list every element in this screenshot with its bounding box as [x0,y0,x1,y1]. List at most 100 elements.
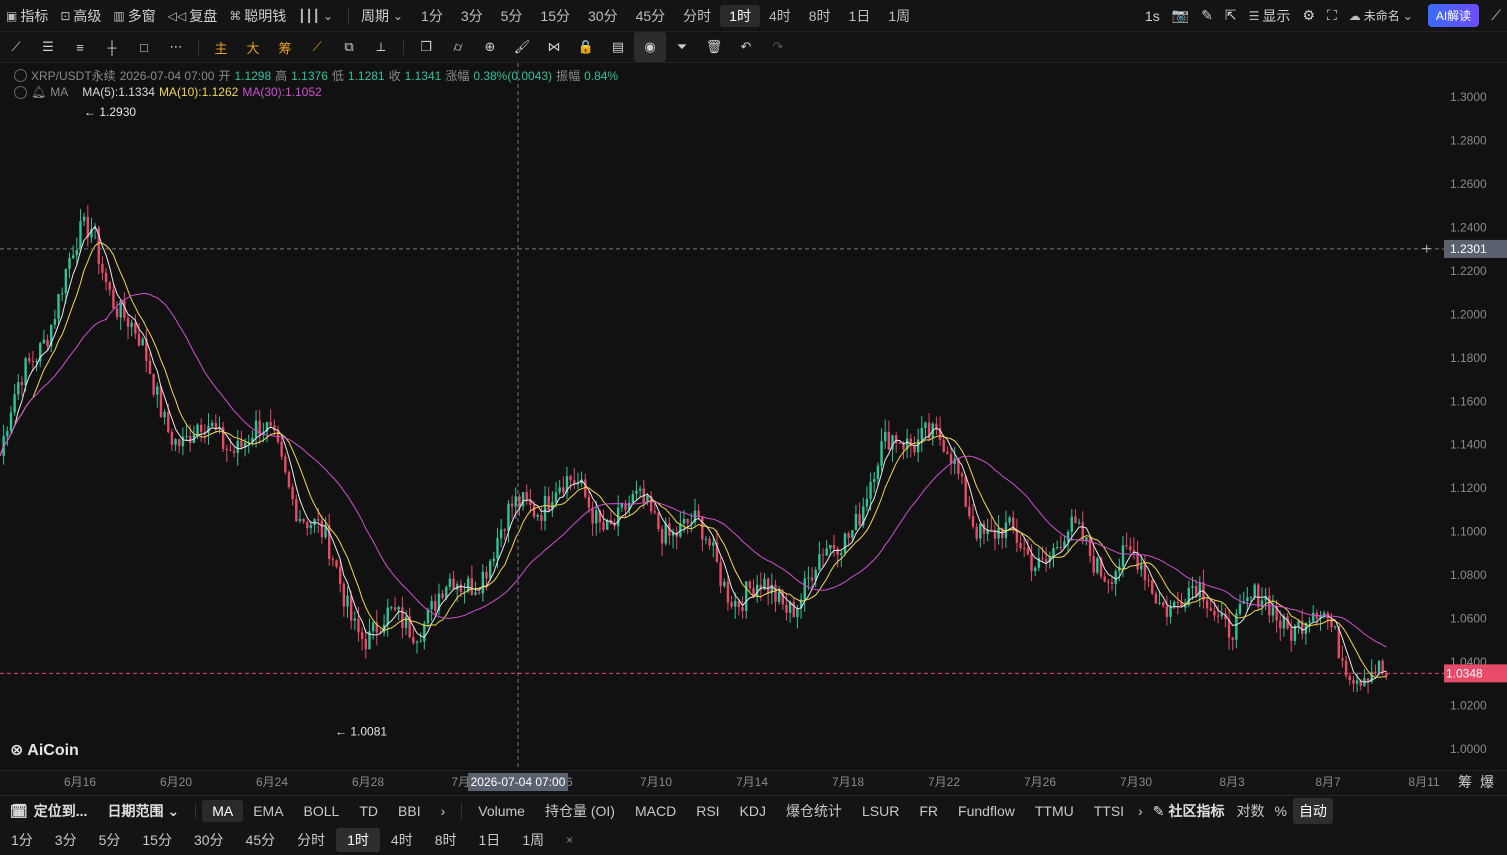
timeframe-tab[interactable]: 1日 [840,0,880,31]
ai-interpret-button[interactable]: AI解读 [1427,4,1480,27]
percent-scale-toggle[interactable]: % [1270,796,1290,826]
main-indicator-tab[interactable]: EMA [243,796,293,826]
auto-scale-toggle[interactable]: 自动 [1291,796,1335,826]
sub-indicator-tab[interactable]: 持仓量 (OI) [535,796,625,826]
sub-indicator-tab[interactable]: TTMU [1025,796,1084,826]
rectangle-tool-icon[interactable]: □ [128,32,160,62]
bottom-timeframe-tab[interactable]: 1分 [0,825,44,855]
copy-icon[interactable]: ❐ [410,32,442,62]
community-indicators-button[interactable]: ✎ 社区指标 [1147,796,1231,826]
share-icon[interactable]: ⇱ [1219,0,1243,31]
bottom-timeframe-tab[interactable]: 1周 [511,825,555,855]
bottom-timeframe-tab[interactable]: 1时 [336,828,380,852]
sub-indicator-tab[interactable]: LSUR [852,796,909,826]
date-axis[interactable]: 6月166月206月246月287月27月67月107月147月187月227月… [0,770,1507,795]
timeframe-tab[interactable]: 30分 [579,0,627,31]
layout-select[interactable]: ☁ 未命名 ⌄ [1343,0,1422,31]
liquidation-toggle[interactable]: 爆 [1480,772,1494,792]
log-scale-toggle[interactable]: 对数 [1230,796,1270,826]
sub-indicator-tab[interactable]: KDJ [730,796,776,826]
timeframe-tab[interactable]: 4时 [760,0,800,31]
pencil-icon[interactable]: ✎ [1195,0,1219,31]
chart-svg[interactable]: + ← 1.2930 ← 1.0081 [0,63,1444,770]
chart-canvas[interactable]: + ← 1.2930 ← 1.0081 [0,63,1444,770]
hide-drawings-icon[interactable]: ◉ [634,32,666,62]
sub-indicator-tab[interactable]: 爆仓统计 [776,796,852,826]
auto-draw-icon[interactable]: ⟋ [301,32,333,62]
main-indicator-tab[interactable]: BOLL [294,796,350,826]
main-indicator-tab[interactable]: MA [202,800,244,822]
bottom-timeframe-tab[interactable]: 30分 [183,825,235,855]
main-chart-icon[interactable]: 主 [205,32,237,62]
sub-indicator-tab[interactable]: FR [909,796,948,826]
price-axis[interactable]: 1.3000 1.2800 1.2600 1.2400 1.2200 1.2000 1.18… [1436,63,1507,770]
bell-icon[interactable]: 🔔︎ [31,85,46,99]
chart-type-button[interactable]: ┃┃┃ ⌄ [292,0,342,31]
main-indicator-tab[interactable]: BBI [388,796,431,826]
lock-icon[interactable]: 🔒 [570,32,602,62]
chip-icon[interactable]: 筹 [269,32,301,62]
replay-button[interactable]: ◁◁ 复盘 [162,0,223,31]
display-button[interactable]: ☰ 显示 [1243,0,1297,31]
advanced-button[interactable]: ⊡ 高级 [54,0,107,31]
filter-icon[interactable]: ⏷ [666,32,698,62]
fullscreen-icon[interactable]: ⛶ [1321,0,1343,31]
indicator-button[interactable]: ▣ 指标 [0,0,54,31]
period-select[interactable]: 周期 ⌄ [355,0,412,31]
timeframe-tab[interactable]: 1分 [412,0,452,31]
timeframe-tab[interactable]: 1时 [720,4,760,27]
bottom-timeframe-tab[interactable]: 5分 [88,825,132,855]
sub-indicator-tab[interactable]: Fundflow [948,796,1025,826]
brush-icon[interactable]: 🖌 [506,32,538,62]
horizontal-ray-icon[interactable]: ┼ [96,32,128,62]
close-icon[interactable]: × [555,825,584,855]
chevron-right-icon[interactable]: › [1134,796,1147,826]
timeframe-tab[interactable]: 分时 [674,0,720,31]
locate-button[interactable]: 🗓 定位到... [0,796,97,826]
more-tools-icon[interactable]: ⋯ [160,32,192,62]
undo-icon[interactable]: ↶ [730,32,762,62]
bottom-timeframe-tab[interactable]: 1日 [468,825,512,855]
date-range-select[interactable]: 日期范围 ⌄ [97,796,189,826]
trash-icon[interactable]: 🗑 [698,32,730,62]
bottom-timeframe-tab[interactable]: 15分 [131,825,183,855]
timeframe-tab[interactable]: 15分 [531,0,579,31]
multi-window-button[interactable]: ▥ 多窗 [107,0,161,31]
redo-icon[interactable]: ↷ [762,32,794,62]
sub-indicator-tab[interactable]: MACD [625,796,686,826]
zoom-in-icon[interactable]: ⊕ [474,32,506,62]
settings-icon[interactable]: ⚙ [1296,0,1321,31]
timeframe-tab[interactable]: 45分 [627,0,675,31]
sub-indicator-tab[interactable]: TTSI [1084,796,1134,826]
parallel-channel-icon[interactable]: ☰ [32,32,64,62]
timeframe-tab[interactable]: 3分 [452,0,492,31]
horizontal-lines-icon[interactable]: ≡ [64,32,96,62]
timeframe-tab[interactable]: 8时 [800,0,840,31]
collapse-icon[interactable] [14,69,27,82]
bottom-timeframe-tab[interactable]: 45分 [235,825,287,855]
timeframe-tab[interactable]: 5分 [492,0,532,31]
timeframe-tab[interactable]: 1周 [879,0,919,31]
bottom-timeframe-tab[interactable]: 8时 [424,825,468,855]
bottom-timeframe-tab[interactable]: 4时 [380,825,424,855]
camera-icon[interactable]: 📷 [1166,0,1195,31]
sub-indicator-tab[interactable]: RSI [686,796,729,826]
template-icon[interactable]: ▤ [602,32,634,62]
ruler-icon[interactable]: ⌭ [442,32,474,62]
large-order-icon[interactable]: 大 [237,32,269,62]
crosshair-plus-icon[interactable]: + [1422,241,1431,258]
main-indicator-tab[interactable]: TD [349,796,388,826]
collapse-icon[interactable] [14,85,27,99]
refresh-rate[interactable]: 1s [1139,0,1166,31]
chip-toggle[interactable]: 筹 [1458,772,1472,792]
measure-icon[interactable]: ⟂ [365,32,397,62]
bottom-timeframe-tab[interactable]: 分时 [286,825,336,855]
smart-money-button[interactable]: ⌘ 聪明钱 [223,0,292,31]
sub-indicator-tab[interactable]: Volume [468,796,535,826]
compare-icon[interactable]: ⧉ [333,32,365,62]
chevron-right-icon[interactable]: › [431,796,456,826]
bottom-timeframe-tab[interactable]: 3分 [44,825,88,855]
trendline-tool-icon[interactable]: ⟋ [0,32,32,62]
magnet-icon[interactable]: ⋈ [538,32,570,62]
chart-trend-icon[interactable]: ⟋ [1485,0,1507,31]
